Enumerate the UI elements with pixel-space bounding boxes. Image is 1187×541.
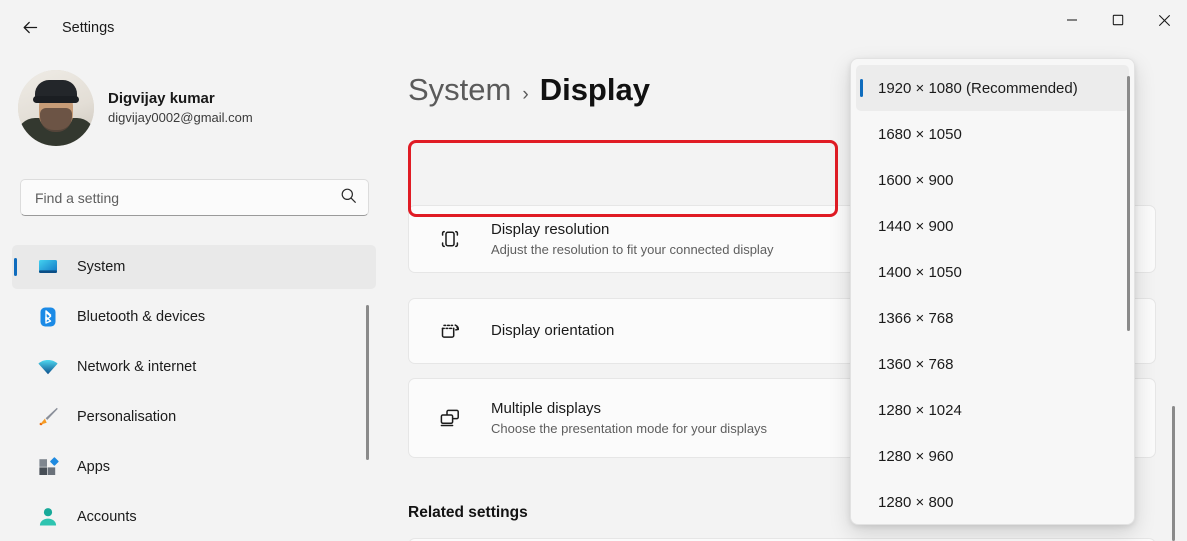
card-title: Display resolution [491,220,610,238]
dropdown-option-label: 1680 × 1050 [878,125,962,143]
title-bar: Settings [0,0,1187,60]
sidebar-item-label: Network & internet [77,359,197,375]
back-button[interactable] [12,14,48,46]
person-icon [37,506,59,528]
breadcrumb-parent[interactable]: System [408,72,511,108]
dropdown-option[interactable]: 1280 × 1024 [856,387,1129,433]
sidebar-item-accounts[interactable]: Accounts [12,495,376,539]
dropdown-option-label: 1360 × 768 [878,355,954,373]
dropdown-option-label: 1400 × 1050 [878,263,962,281]
dropdown-option[interactable]: 1920 × 1080 (Recommended) [856,65,1129,111]
back-arrow-icon [21,18,40,42]
card-title: Multiple displays [491,399,602,417]
dropdown-option[interactable]: 1360 × 768 [856,341,1129,387]
sidebar-scrollbar[interactable] [366,305,369,460]
section-heading-related-settings: Related settings [408,504,528,521]
search-input[interactable] [35,189,340,206]
avatar [18,70,94,146]
window-controls [1049,0,1187,40]
dropdown-option-label: 1366 × 768 [878,309,954,327]
apps-icon [37,456,59,478]
dropdown-option-label: 1280 × 800 [878,493,954,511]
chevron-right-icon: › [522,84,529,105]
page-title: Display [539,72,650,107]
dropdown-option[interactable]: 1400 × 1050 [856,249,1129,295]
display-resolution-icon [435,224,465,254]
dropdown-option[interactable]: 1440 × 900 [856,203,1129,249]
sidebar-item-network-internet[interactable]: Network & internet [12,345,376,389]
multiple-displays-icon [435,403,465,433]
close-button[interactable] [1141,0,1187,40]
display-resolution-dropdown[interactable]: 1920 × 1080 (Recommended) 1680 × 1050 16… [850,58,1135,525]
dropdown-option[interactable]: 1366 × 768 [856,295,1129,341]
account-email: digvijay0002@gmail.com [108,110,253,126]
sidebar-item-system[interactable]: System [12,245,376,289]
dropdown-option-label: 1920 × 1080 (Recommended) [878,79,1078,97]
sidebar-item-label: Bluetooth & devices [77,309,206,325]
account-name: Digvijay kumar [108,89,215,107]
main-scrollbar[interactable] [1172,406,1175,541]
wifi-icon [37,356,59,378]
bluetooth-icon [37,306,59,328]
card-subtitle: Choose the presentation mode for your di… [491,420,768,436]
sidebar: Digvijay kumar digvijay0002@gmail.com Fi… [0,60,388,541]
search-icon[interactable] [340,187,357,209]
sidebar-item-label: System [77,259,126,275]
app-title: Settings [62,20,115,36]
account-block[interactable]: Digvijay kumar digvijay0002@gmail.com [18,70,253,146]
dropdown-option-label: 1280 × 960 [878,447,954,465]
dropdown-option[interactable]: 1600 × 900 [856,157,1129,203]
dropdown-option[interactable]: 1680 × 1050 [856,111,1129,157]
sidebar-item-label: Accounts [77,509,137,525]
search-box[interactable] [20,179,369,216]
dropdown-option[interactable]: 1280 × 960 [856,433,1129,479]
card-subtitle: Adjust the resolution to fit your connec… [491,241,774,257]
sidebar-item-bluetooth-devices[interactable]: Bluetooth & devices [12,295,376,339]
card-title: Display orientation [491,321,615,339]
display-rotate-icon [435,316,465,346]
sidebar-item-personalisation[interactable]: Personalisation [12,395,376,439]
sidebar-item-label: Personalisation [77,409,177,425]
breadcrumb: System › Display [408,72,650,108]
dropdown-option-label: 1600 × 900 [878,171,954,189]
paintbrush-icon [37,406,59,428]
dropdown-option[interactable]: 1280 × 800 [856,479,1129,524]
sidebar-item-label: Apps [77,459,111,475]
dropdown-scrollbar[interactable] [1127,76,1130,331]
dropdown-option-label: 1280 × 1024 [878,401,962,419]
sidebar-item-apps[interactable]: Apps [12,445,376,489]
minimize-button[interactable] [1049,0,1095,40]
sidebar-nav: System Bluetooth & devices Network & int… [12,245,376,541]
maximize-button[interactable] [1095,0,1141,40]
dropdown-option-label: 1440 × 900 [878,217,954,235]
monitor-icon [37,256,59,278]
